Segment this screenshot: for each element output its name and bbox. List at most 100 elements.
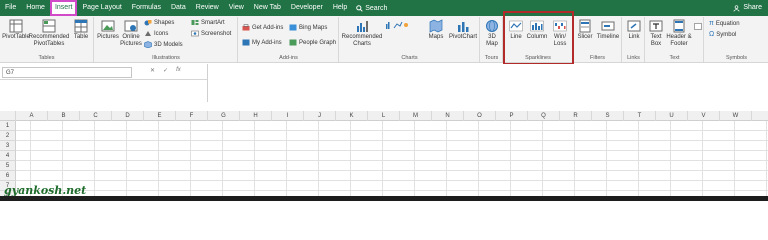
pivottable-button[interactable]: PivotTable [2, 19, 30, 41]
row-header[interactable]: 6 [0, 171, 16, 181]
menu-formulas[interactable]: Formulas [127, 0, 166, 16]
text-box-button[interactable]: Text Box [647, 19, 665, 48]
symbol-button[interactable]: Ω Symbol [709, 31, 736, 38]
pivotchart-button[interactable]: PivotChart [448, 19, 478, 41]
group-illustrations-label: Illustrations [152, 55, 180, 61]
table-label: Table [73, 34, 89, 40]
fx-label[interactable]: fx [176, 67, 181, 74]
pictures-icon [101, 20, 115, 32]
menu-new-tab[interactable]: New Tab [249, 0, 286, 16]
screenshot-icon [191, 30, 199, 37]
icons-button[interactable]: Icons [144, 30, 168, 37]
menu-page-layout[interactable]: Page Layout [77, 0, 126, 16]
row-header[interactable]: 4 [0, 151, 16, 161]
formula-input[interactable] [207, 64, 768, 102]
group-tours-label: Tours [484, 55, 499, 61]
online-pictures-button[interactable]: Online Pictures [120, 19, 142, 48]
column-header[interactable]: W [720, 111, 752, 121]
timeline-button[interactable]: Timeline [596, 19, 620, 41]
search-icon [356, 4, 363, 12]
shapes-label: Shapes [154, 19, 175, 26]
column-header[interactable]: O [464, 111, 496, 121]
pictures-button[interactable]: Pictures [97, 19, 119, 41]
select-all-corner[interactable] [0, 111, 16, 121]
icons-icon [145, 31, 151, 36]
cancel-icon[interactable]: ✕ [150, 67, 155, 74]
column-header[interactable]: C [80, 111, 112, 121]
column-header[interactable]: V [688, 111, 720, 121]
row-header[interactable]: 3 [0, 141, 16, 151]
column-header[interactable]: I [272, 111, 304, 121]
column-header[interactable]: T [624, 111, 656, 121]
column-header[interactable]: H [240, 111, 272, 121]
menu-file[interactable]: File [0, 0, 21, 16]
column-header[interactable]: G [208, 111, 240, 121]
get-addins-label: Get Add-ins [252, 24, 284, 31]
share-button[interactable]: Share [733, 0, 762, 16]
recommended-charts-button[interactable]: Recommended Charts [342, 19, 382, 48]
cube-icon [144, 41, 152, 48]
column-header[interactable]: A [16, 111, 48, 121]
search-box[interactable]: Search [356, 5, 387, 12]
link-button[interactable]: Link [625, 19, 643, 41]
row-header[interactable]: 5 [0, 161, 16, 171]
column-header[interactable]: U [656, 111, 688, 121]
timeline-icon [601, 21, 615, 31]
menu-developer[interactable]: Developer [286, 0, 328, 16]
column-header[interactable]: F [176, 111, 208, 121]
addin-icon [242, 39, 250, 46]
column-header[interactable]: B [48, 111, 80, 121]
chart-types-button[interactable] [386, 21, 408, 29]
menu-insert[interactable]: Insert [49, 0, 78, 16]
3d-map-button[interactable]: 3D Map [483, 19, 501, 48]
slicer-button[interactable]: Slicer [575, 19, 595, 41]
enter-icon[interactable]: ✓ [163, 67, 168, 74]
column-header[interactable]: S [592, 111, 624, 121]
3d-models-button[interactable]: 3D Models [144, 41, 183, 48]
sparklines-highlight [503, 11, 574, 65]
recommended-pivottables-button[interactable]: Recommended PivotTables [28, 19, 70, 48]
smartart-icon [191, 20, 199, 25]
3d-map-label: 3D Map [486, 34, 498, 47]
text-more-button[interactable] [694, 23, 702, 30]
column-header[interactable]: D [112, 111, 144, 121]
recommended-pivottables-label: Recommended PivotTables [28, 34, 70, 47]
screenshot-button[interactable]: Screenshot [191, 30, 231, 37]
shapes-button[interactable]: Shapes [144, 19, 174, 26]
bing-maps-button[interactable]: Bing Maps [289, 24, 327, 31]
column-header[interactable]: N [432, 111, 464, 121]
smartart-button[interactable]: SmartArt [191, 19, 225, 26]
menu-data[interactable]: Data [166, 0, 191, 16]
people-graph-button[interactable]: People Graph [289, 39, 336, 46]
name-box[interactable]: G7 [2, 67, 132, 78]
row-header[interactable]: 2 [0, 131, 16, 141]
menu-home[interactable]: Home [21, 0, 50, 16]
column-header[interactable]: Q [528, 111, 560, 121]
table-button[interactable]: Table [71, 19, 91, 41]
column-header[interactable]: P [496, 111, 528, 121]
group-text: Text Box Header & Footer Text [646, 17, 704, 62]
column-header[interactable]: E [144, 111, 176, 121]
menu-view[interactable]: View [224, 0, 249, 16]
my-addins-button[interactable]: My Add-ins [242, 39, 282, 46]
link-label: Link [628, 34, 640, 40]
column-header[interactable]: L [368, 111, 400, 121]
row-header[interactable]: 1 [0, 121, 16, 131]
omega-icon: Ω [709, 31, 715, 38]
equation-button[interactable]: π Equation [709, 20, 740, 27]
3d-models-label: 3D Models [154, 41, 183, 48]
bottom-strip [0, 196, 768, 201]
group-illustrations: Pictures Online Pictures Shapes Icons 3D… [95, 17, 238, 62]
menu-help[interactable]: Help [328, 0, 352, 16]
column-header[interactable]: J [304, 111, 336, 121]
menu-review[interactable]: Review [191, 0, 224, 16]
column-header[interactable]: R [560, 111, 592, 121]
smartart-label: SmartArt [201, 19, 225, 26]
get-addins-button[interactable]: Get Add-ins [242, 24, 283, 31]
column-header[interactable]: K [336, 111, 368, 121]
cell-area[interactable] [16, 121, 768, 201]
table-icon [74, 19, 88, 33]
maps-button[interactable]: Maps [428, 19, 444, 41]
column-header[interactable]: M [400, 111, 432, 121]
header-footer-button[interactable]: Header & Footer [666, 19, 692, 48]
